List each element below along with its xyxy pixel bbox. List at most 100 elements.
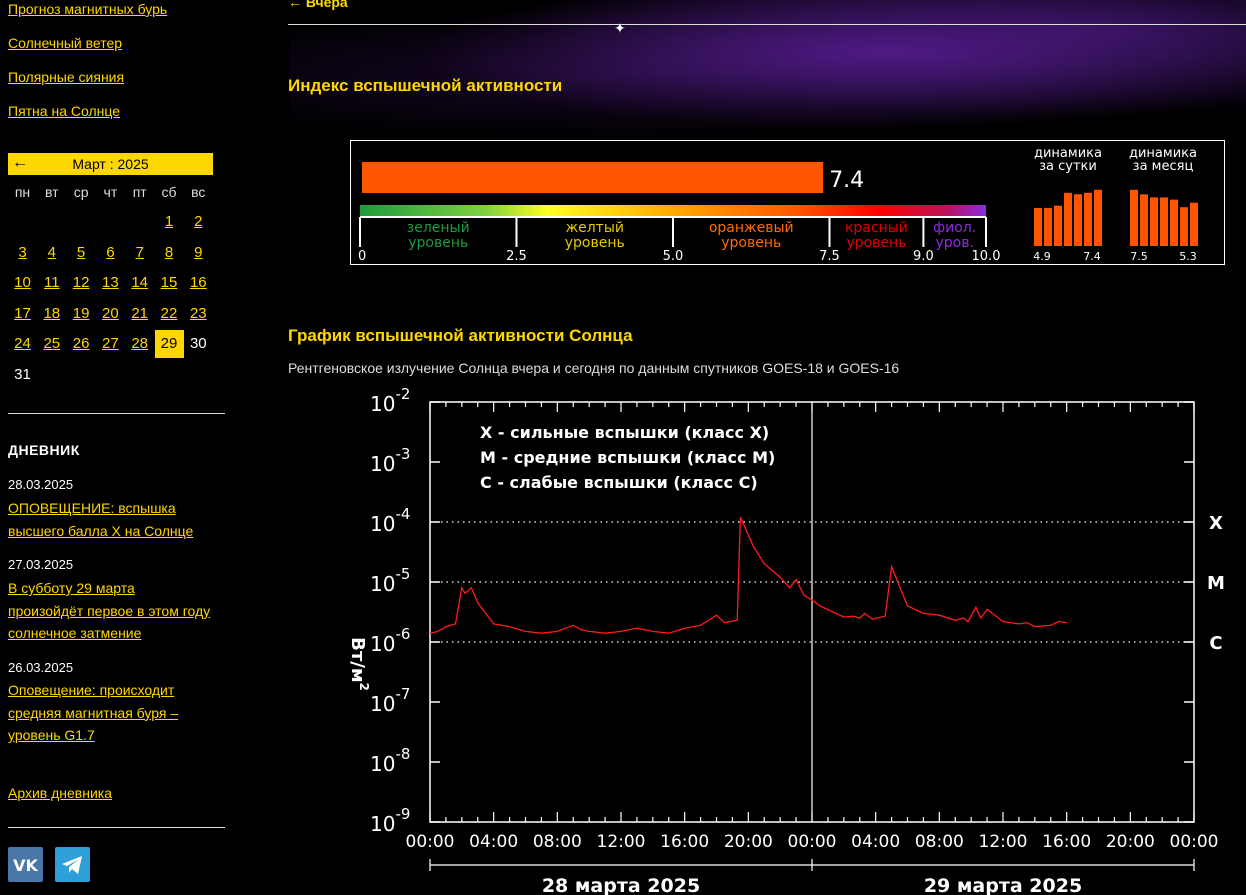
calendar-day-link[interactable]: 16: [190, 274, 207, 291]
x-tick-label: 16:00: [1042, 832, 1091, 852]
calendar-day[interactable]: 23: [184, 300, 213, 328]
calendar-day[interactable]: 19: [67, 300, 96, 328]
diary-entry-link-line[interactable]: средняя магнитная буря –: [8, 705, 178, 721]
daily-dynamics-subtitle: за сутки: [1039, 159, 1097, 174]
calendar-day[interactable]: 11: [37, 269, 66, 297]
calendar-day[interactable]: 20: [96, 300, 125, 328]
xray-flux-series-line: [429, 516, 1067, 634]
calendar-day-link[interactable]: 14: [131, 274, 148, 291]
calendar-day-link[interactable]: 13: [102, 274, 119, 291]
calendar-day-link[interactable]: 23: [190, 305, 207, 322]
diary-entry-link-line[interactable]: произойдёт первое в этом году: [8, 603, 210, 619]
calendar-day[interactable]: 2: [184, 208, 213, 236]
calendar-day-link[interactable]: 12: [73, 274, 90, 291]
calendar-day-link[interactable]: 9: [194, 244, 202, 261]
calendar-day[interactable]: 22: [155, 300, 184, 328]
y-tick-label: 10-8: [370, 745, 410, 776]
calendar-day[interactable]: 1: [155, 208, 184, 236]
calendar-day[interactable]: 7: [125, 239, 154, 267]
class-threshold-label: M: [1207, 573, 1225, 594]
calendar-day[interactable]: 12: [67, 269, 96, 297]
calendar-day[interactable]: 9: [184, 239, 213, 267]
calendar-day-link[interactable]: 5: [77, 244, 85, 261]
calendar-day[interactable]: 8: [155, 239, 184, 267]
class-threshold-label: C: [1209, 633, 1222, 654]
diary-entry-link-line[interactable]: В субботу 29 марта: [8, 580, 135, 596]
calendar-day-link[interactable]: 19: [73, 305, 90, 322]
diary-entry-link-line[interactable]: уровень G1.7: [8, 727, 95, 743]
diary-entry-date: 26.03.2025: [8, 660, 74, 675]
flare-index-bar: [362, 162, 824, 193]
calendar-day-today[interactable]: 29: [154, 330, 184, 358]
monthly-dynamics-from: 7.5: [1130, 250, 1148, 263]
calendar-day[interactable]: 25: [37, 330, 66, 358]
calendar-day-link[interactable]: 25: [43, 335, 60, 352]
y-tick-label: 10-7: [370, 685, 410, 716]
level-label: уровень: [721, 235, 781, 251]
calendar-day[interactable]: 14: [125, 269, 154, 297]
telegram-icon[interactable]: [55, 847, 90, 882]
dynamics-bar: [1180, 207, 1188, 246]
calendar-day[interactable]: 6: [96, 239, 125, 267]
vk-icon[interactable]: VK: [8, 847, 43, 882]
y-tick-label: 10-5: [370, 565, 410, 596]
calendar-day[interactable]: 26: [67, 330, 96, 358]
calendar-day[interactable]: 18: [37, 300, 66, 328]
nav-link-sunspots[interactable]: Пятна на Солнце: [8, 103, 120, 119]
calendar-day-link[interactable]: 11: [44, 274, 60, 291]
calendar-day-link[interactable]: 26: [73, 335, 90, 352]
calendar-day[interactable]: 28: [125, 330, 154, 358]
vk-icon-label: VK: [13, 856, 38, 875]
calendar-day-link[interactable]: 21: [131, 305, 148, 322]
calendar-day[interactable]: 4: [37, 239, 66, 267]
calendar-day[interactable]: 5: [67, 239, 96, 267]
diary-title: ДНЕВНИК: [8, 442, 80, 458]
yesterday-link[interactable]: ← Вчера: [288, 0, 348, 10]
calendar-day-link[interactable]: 10: [14, 274, 31, 291]
calendar-day-link[interactable]: 8: [165, 244, 173, 261]
plot-legend: X - сильные вспышки (класс X) M - средние…: [480, 423, 775, 492]
calendar-day-link[interactable]: 1: [165, 213, 173, 230]
calendar-day[interactable]: 16: [184, 269, 213, 297]
level-scale-tick-label: 10.0: [972, 249, 1001, 264]
calendar-day-link[interactable]: 27: [102, 335, 119, 352]
calendar-day[interactable]: 24: [8, 330, 37, 358]
diary-entry-link-line[interactable]: солнечное затмение: [8, 625, 141, 641]
diary-entry-link-line[interactable]: высшего балла X на Солнце: [8, 523, 193, 539]
calendar-day-link[interactable]: 22: [161, 305, 178, 322]
calendar-day-link[interactable]: 6: [106, 244, 114, 261]
calendar-day[interactable]: 21: [125, 300, 154, 328]
nav-link-solar-wind[interactable]: Солнечный ветер: [8, 35, 122, 51]
calendar-day-link[interactable]: 20: [102, 305, 119, 322]
xray-flux-chart: XMC 10-210-310-410-510-610-710-810-900:0…: [347, 385, 1225, 895]
calendar-day-link[interactable]: 17: [14, 305, 31, 322]
calendar-day[interactable]: 17: [8, 300, 37, 328]
calendar-day[interactable]: 27: [96, 330, 125, 358]
calendar-day-link[interactable]: 15: [161, 274, 178, 291]
sidebar-divider: [8, 827, 225, 828]
calendar-day-link[interactable]: 2: [194, 213, 202, 230]
calendar-day[interactable]: 15: [155, 269, 184, 297]
dynamics-bar: [1084, 192, 1092, 246]
calendar-day-link[interactable]: 24: [14, 335, 31, 352]
nav-link-aurora[interactable]: Полярные сияния: [8, 69, 124, 85]
calendar-day[interactable]: 3: [8, 239, 37, 267]
calendar-day-link[interactable]: 3: [18, 244, 26, 261]
diary-archive-link[interactable]: Архив дневника: [8, 785, 112, 801]
calendar-day[interactable]: 10: [8, 269, 37, 297]
y-tick-label: 10-3: [370, 445, 410, 476]
calendar-day-link[interactable]: 18: [43, 305, 60, 322]
x-tick-label: 04:00: [851, 832, 900, 852]
calendar-day-link[interactable]: 7: [136, 244, 144, 261]
dynamics-bar: [1160, 197, 1168, 246]
diary-entry-link-line[interactable]: Оповещение: происходит: [8, 682, 174, 698]
x-tick-label: 08:00: [915, 832, 964, 852]
nav-link-storm-forecast[interactable]: Прогноз магнитных бурь: [8, 1, 167, 17]
star-decoration: ✦: [614, 20, 626, 36]
calendar-day[interactable]: 13: [96, 269, 125, 297]
calendar-day-link[interactable]: 28: [131, 335, 148, 352]
diary-entry-link: Оповещение: происходит средняя магнитная…: [8, 679, 230, 747]
level-label: оранжевый: [709, 220, 794, 236]
diary-entry-link-line[interactable]: ОПОВЕЩЕНИЕ: вспышка: [8, 500, 176, 516]
calendar-day-link[interactable]: 4: [48, 244, 56, 261]
